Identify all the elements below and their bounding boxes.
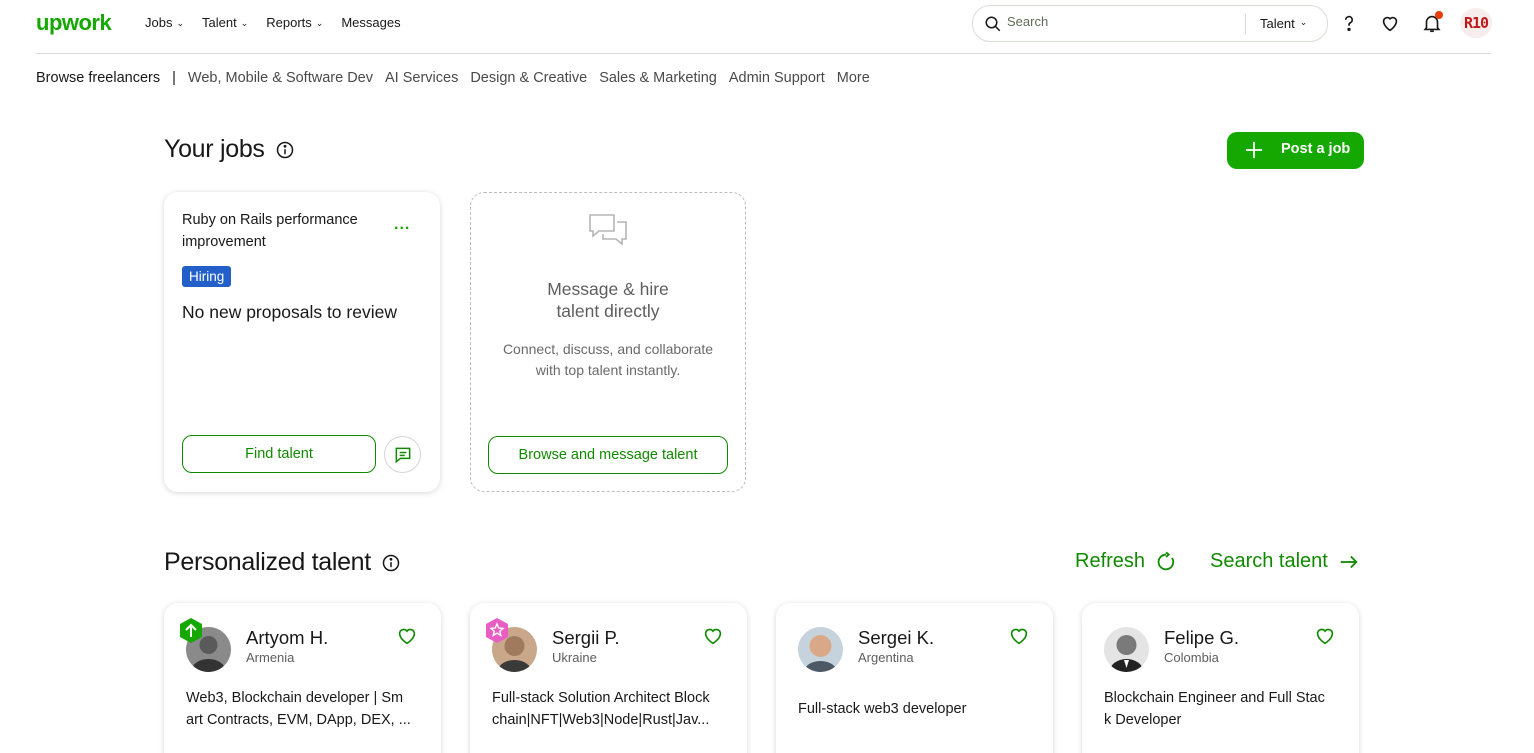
nav-talent[interactable]: Talent ⌄ <box>202 15 248 30</box>
post-job-label: Post a job <box>1281 141 1351 157</box>
heart-icon[interactable] <box>1315 627 1335 645</box>
info-icon[interactable] <box>275 140 295 160</box>
refresh-label: Refresh <box>1075 550 1146 572</box>
nav-talent-label: Talent <box>202 15 237 30</box>
talent-name[interactable]: Felipe G. <box>1164 627 1239 649</box>
user-avatar[interactable]: R10 <box>1460 8 1492 38</box>
talent-description-line2: chain|NFT|Web3|Node|Rust|Jav... <box>492 712 710 728</box>
subnav-separator: | <box>172 70 176 86</box>
search-talent-label: Search talent <box>1210 550 1328 572</box>
refresh-link[interactable]: Refresh <box>1075 550 1177 573</box>
heart-icon[interactable] <box>1379 12 1401 34</box>
talent-description: Full-stack Solution Architect Block chai… <box>492 687 727 731</box>
find-talent-button[interactable]: Find talent <box>182 435 376 473</box>
browse-message-talent-button[interactable]: Browse and message talent <box>488 436 728 474</box>
subnav-more[interactable]: More <box>837 70 870 86</box>
talent-description-line2: art Contracts, EVM, DApp, DEX, ... <box>186 712 411 728</box>
talent-card[interactable]: Sergii P. Ukraine Full-stack Solution Ar… <box>470 603 747 753</box>
chat-bubbles-icon <box>589 214 627 246</box>
nav-reports-label: Reports <box>266 15 312 30</box>
chevron-down-icon: ⌄ <box>240 18 249 28</box>
talent-description-line2: k Developer <box>1104 712 1182 728</box>
avatar <box>1104 627 1149 672</box>
talent-description: Full-stack web3 developer <box>798 698 1033 720</box>
post-job-button[interactable]: Post a job <box>1227 132 1364 169</box>
message-card-title: Message & hire talent directly <box>471 278 745 322</box>
upwork-logo[interactable]: upwork <box>36 10 112 36</box>
nav-messages[interactable]: Messages <box>341 15 400 30</box>
talent-name[interactable]: Sergei K. <box>858 627 934 649</box>
search-icon <box>985 16 1001 32</box>
your-jobs-title: Your jobs <box>164 135 265 163</box>
talent-description-line1: Blockchain Engineer and Full Stac <box>1104 690 1325 706</box>
browse-subnav: Browse freelancers | Web, Mobile & Softw… <box>36 70 882 86</box>
notification-dot <box>1435 11 1443 19</box>
header-divider <box>36 53 1491 54</box>
nav-reports[interactable]: Reports ⌄ <box>266 15 323 30</box>
your-jobs-heading: Your jobs <box>164 135 295 164</box>
talent-country: Ukraine <box>552 650 597 665</box>
message-button[interactable] <box>384 436 421 473</box>
chevron-down-icon: ⌄ <box>315 18 324 28</box>
job-card: Ruby on Rails performance improvement ..… <box>164 192 440 492</box>
heart-icon[interactable] <box>1009 627 1029 645</box>
main-nav: Jobs ⌄ Talent ⌄ Reports ⌄ Messages <box>145 15 401 30</box>
refresh-icon <box>1157 551 1175 570</box>
browse-freelancers-link[interactable]: Browse freelancers <box>36 70 160 86</box>
top-header: upwork Jobs⌄ Talent⌄ Reports⌄ Messages T… <box>0 0 1534 46</box>
message-card-description: Connect, discuss, and collaborate with t… <box>471 339 745 381</box>
job-menu-icon[interactable]: ... <box>394 216 410 234</box>
subnav-sales[interactable]: Sales & Marketing <box>599 70 717 86</box>
nav-jobs-label: Jobs <box>145 15 173 30</box>
help-icon[interactable] <box>1338 12 1360 34</box>
info-icon[interactable] <box>381 553 401 573</box>
message-card-title-line2: talent directly <box>556 301 660 321</box>
talent-card[interactable]: Felipe G. Colombia Blockchain Engineer a… <box>1082 603 1359 753</box>
talent-country: Argentina <box>858 650 914 665</box>
talent-description: Web3, Blockchain developer | Sm art Cont… <box>186 687 421 731</box>
rising-talent-badge-icon <box>180 618 202 643</box>
plus-icon <box>1245 141 1263 159</box>
nav-jobs[interactable]: Jobs ⌄ <box>145 15 184 30</box>
proposals-status: No new proposals to review <box>182 302 397 322</box>
talent-description-line1: Web3, Blockchain developer | Sm <box>186 690 404 706</box>
talent-country: Colombia <box>1164 650 1219 665</box>
search-input[interactable] <box>1007 14 1207 29</box>
status-badge: Hiring <box>182 266 232 287</box>
heart-icon[interactable] <box>703 627 723 645</box>
chevron-down-icon: ⌄ <box>1299 17 1308 27</box>
message-card-body-line1: Connect, discuss, and collaborate <box>502 341 714 357</box>
chevron-down-icon: ⌄ <box>176 18 185 28</box>
search-divider <box>1245 14 1246 34</box>
talent-country: Armenia <box>246 650 295 665</box>
talent-description: Blockchain Engineer and Full Stac k Deve… <box>1104 687 1339 731</box>
talent-description-line1: Full-stack web3 developer <box>798 701 967 717</box>
subnav-ai-services[interactable]: AI Services <box>385 70 458 86</box>
talent-card[interactable]: Artyom H. Armenia Web3, Blockchain devel… <box>164 603 441 753</box>
search-scope-label: Talent <box>1260 16 1295 31</box>
talent-description-line1: Full-stack Solution Architect Block <box>492 690 710 706</box>
heart-icon[interactable] <box>397 627 417 645</box>
talent-name[interactable]: Sergii P. <box>552 627 620 649</box>
job-title[interactable]: Ruby on Rails performance improvement <box>182 209 382 253</box>
message-card-title-line1: Message & hire <box>547 279 669 299</box>
subnav-admin[interactable]: Admin Support <box>729 70 825 86</box>
personalized-talent-title: Personalized talent <box>164 548 371 576</box>
personalized-talent-heading: Personalized talent <box>164 548 401 577</box>
talent-card[interactable]: Sergei K. Argentina Full-stack web3 deve… <box>776 603 1053 753</box>
top-rated-badge-icon <box>486 618 508 643</box>
search-talent-link[interactable]: Search talent <box>1210 550 1360 573</box>
talent-name[interactable]: Artyom H. <box>246 627 328 649</box>
search-bar: Talent ⌄ <box>972 5 1328 42</box>
subnav-design[interactable]: Design & Creative <box>470 70 587 86</box>
message-card-body-line2: with top talent instantly. <box>535 362 681 378</box>
nav-messages-label: Messages <box>341 15 401 30</box>
avatar <box>798 627 843 672</box>
message-hire-card: Message & hire talent directly Connect, … <box>470 192 746 492</box>
chat-icon <box>395 447 410 463</box>
search-scope-dropdown[interactable]: Talent ⌄ <box>1260 16 1307 31</box>
arrow-right-icon <box>1340 555 1358 568</box>
subnav-web-dev[interactable]: Web, Mobile & Software Dev <box>188 70 373 86</box>
